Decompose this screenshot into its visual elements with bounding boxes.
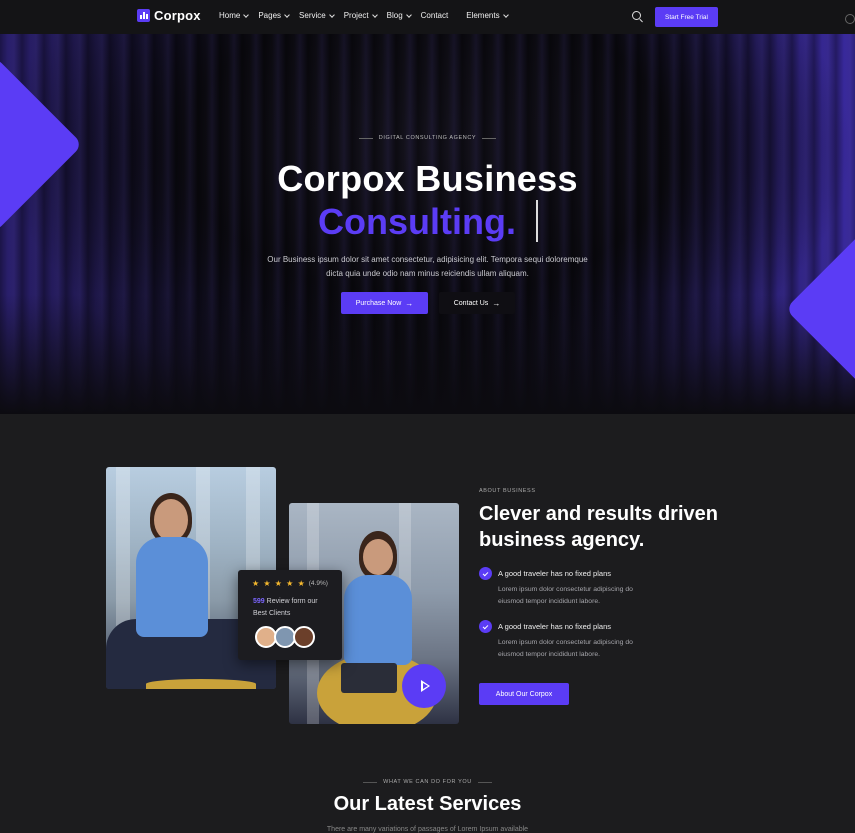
search-icon[interactable] [632, 11, 641, 20]
star-rating: ★ ★ ★ ★ ★ (4.9%) [252, 579, 328, 588]
site-header: Corpox Home Pages Service Project Blog C… [0, 0, 855, 34]
feature-title: A good traveler has no fixed plans [498, 622, 611, 631]
nav-item-service[interactable]: Service [299, 11, 335, 20]
chevron-down-icon [502, 11, 509, 18]
hero-title-accent: Consulting. [318, 201, 516, 242]
about-eyebrow: ABOUT BUSINESS [479, 488, 536, 494]
nav-label: Elements [466, 11, 500, 20]
rating-value: (4.9%) [308, 580, 328, 587]
hero-eyebrow: DIGITAL CONSULTING AGENCY [0, 135, 855, 141]
hero-description-line: Our Business ipsum dolor sit amet consec… [267, 255, 588, 264]
nav-label: Blog [386, 11, 403, 20]
logo-text: Corpox [154, 8, 201, 23]
chevron-down-icon [328, 11, 335, 18]
divider [477, 781, 492, 783]
about-our-corpox-button[interactable]: About Our Corpox [479, 683, 569, 705]
logo-icon [137, 9, 150, 22]
divider [358, 137, 373, 139]
nav-item-project[interactable]: Project [343, 11, 378, 20]
avatar [293, 626, 315, 648]
client-avatars [255, 626, 315, 648]
services-subtitle: There are many variations of passages of… [326, 826, 529, 833]
nav-label: Service [299, 11, 326, 20]
hero-section: DIGITAL CONSULTING AGENCY Corpox Busines… [0, 34, 855, 414]
nav-item-elements[interactable]: Elements [466, 11, 509, 20]
main-nav: Home Pages Service Project Blog Contact … [219, 11, 518, 20]
divider [482, 137, 497, 139]
chevron-down-icon [284, 11, 290, 18]
laptop-icon [341, 663, 397, 693]
hero-title: Corpox Business [277, 158, 578, 199]
feature-description: Lorem ipsum dolor consectetur adipiscing… [498, 586, 633, 605]
purchase-now-button[interactable]: Purchase Now → [341, 292, 428, 314]
feature-description: Lorem ipsum dolor consectetur adipiscing… [498, 639, 633, 658]
hero-eyebrow-text: DIGITAL CONSULTING AGENCY [378, 135, 477, 141]
nav-label: Project [343, 11, 369, 20]
scroll-indicator-icon [845, 14, 855, 24]
nav-item-pages[interactable]: Pages [258, 11, 290, 20]
button-label: Contact Us [453, 299, 489, 307]
nav-item-blog[interactable]: Blog [386, 11, 412, 20]
nav-label: Pages [258, 11, 282, 20]
nav-item-home[interactable]: Home [219, 11, 250, 20]
play-icon [421, 680, 430, 692]
arrow-right-icon: → [405, 298, 414, 308]
typing-cursor [536, 200, 538, 242]
review-text: 599 Review form our Best Clients [253, 596, 333, 620]
nav-label: Contact [420, 11, 449, 20]
nav-label: Home [219, 11, 241, 20]
arrow-right-icon: → [492, 298, 501, 308]
check-icon [479, 620, 492, 633]
check-icon [479, 567, 492, 580]
services-eyebrow-text: WHAT WE CAN DO FOR YOU [383, 779, 472, 785]
start-free-trial-button[interactable]: Start Free Trial [655, 7, 718, 27]
chevron-down-icon [371, 11, 378, 18]
about-title: Clever and results driven business agenc… [479, 503, 718, 551]
review-count: 599 [253, 598, 265, 605]
logo[interactable]: Corpox [137, 8, 201, 23]
services-eyebrow: WHAT WE CAN DO FOR YOU [0, 779, 855, 785]
chevron-down-icon [405, 11, 412, 18]
hero-description-line: dicta quia unde odio nam minus reiciendi… [326, 269, 529, 278]
hero-description: Our Business ipsum dolor sit amet consec… [0, 253, 855, 281]
chevron-down-icon [243, 11, 250, 18]
divider [363, 781, 378, 783]
services-title: Our Latest Services [333, 793, 522, 815]
review-card: ★ ★ ★ ★ ★ (4.9%) 599 Review form our Bes… [238, 570, 342, 660]
button-label: Purchase Now [355, 299, 402, 307]
decorative-diamond-left [0, 56, 83, 233]
nav-item-contact[interactable]: Contact [421, 11, 449, 20]
play-video-button[interactable] [402, 664, 446, 708]
contact-us-button[interactable]: Contact Us → [439, 292, 515, 314]
feature-title: A good traveler has no fixed plans [498, 569, 611, 578]
stars-icon: ★ ★ ★ ★ ★ [252, 579, 306, 588]
